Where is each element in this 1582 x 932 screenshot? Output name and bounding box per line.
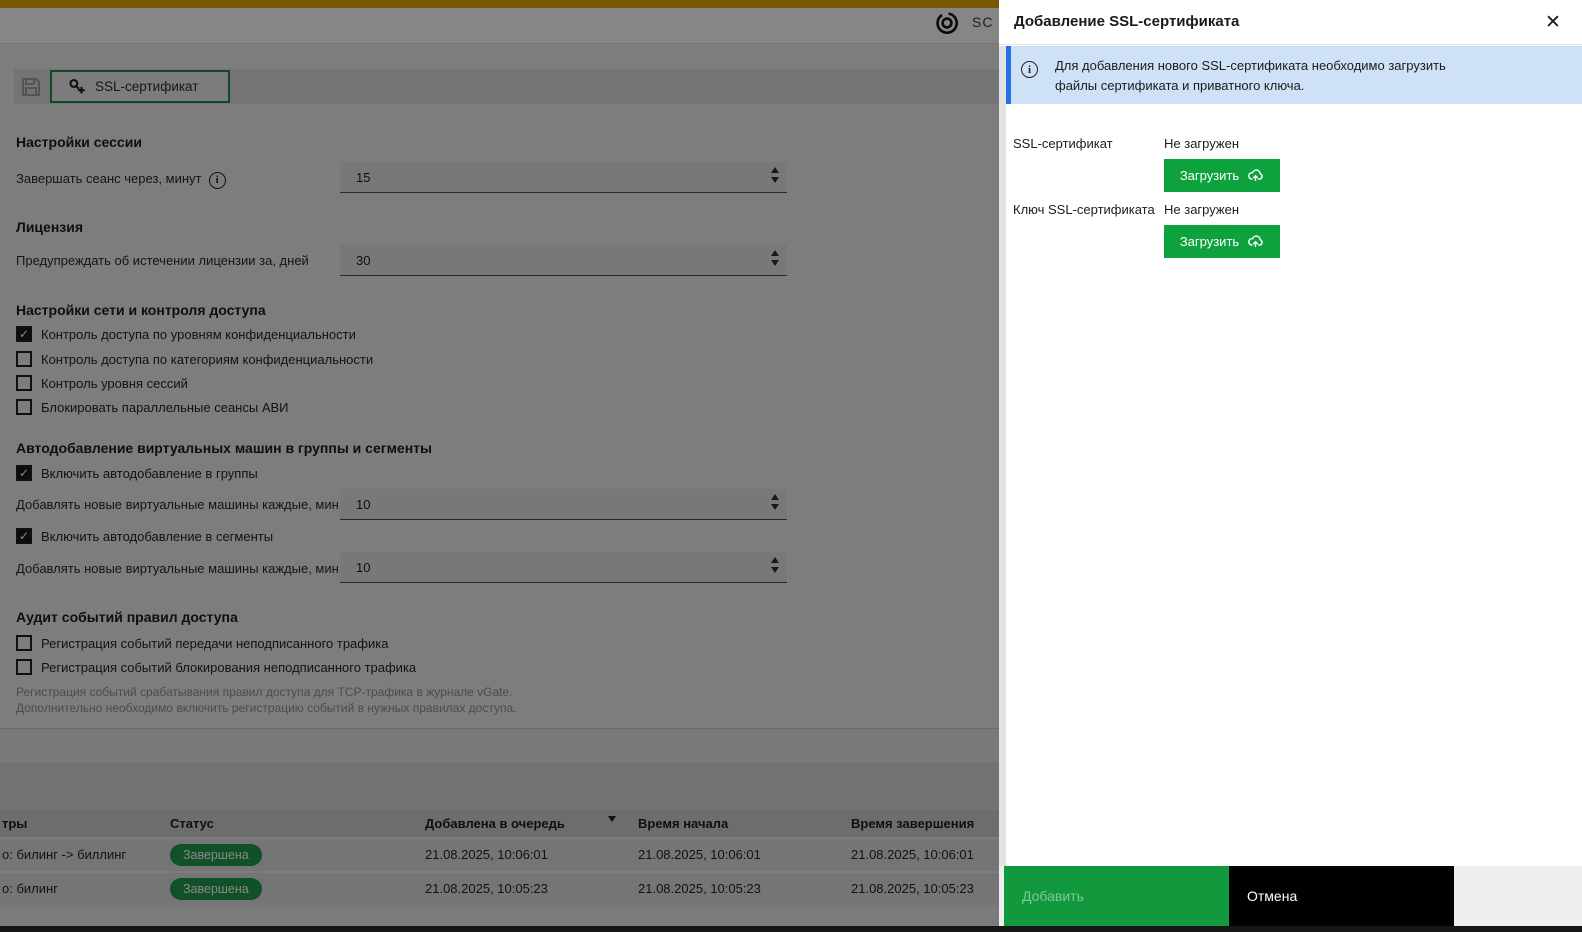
upload-button-label: Загрузить — [1179, 168, 1240, 183]
add-button[interactable]: Добавить — [1004, 866, 1229, 926]
bottom-edge-bar — [0, 926, 1582, 932]
cancel-button[interactable]: Отмена — [1229, 866, 1454, 926]
panel-title: Добавление SSL-сертификата — [1014, 13, 1240, 30]
info-banner-text: Для добавления нового SSL-сертификата не… — [1055, 58, 1446, 93]
ssl-cert-status: Не загружен — [1164, 136, 1239, 151]
ssl-cert-label: SSL-сертификат — [1013, 136, 1113, 151]
info-icon: i — [1021, 61, 1038, 78]
info-banner: i Для добавления нового SSL-сертификата … — [1006, 46, 1582, 104]
upload-key-button[interactable]: Загрузить — [1164, 225, 1280, 258]
upload-button-label: Загрузить — [1179, 234, 1240, 249]
panel-footer: Добавить Отмена — [999, 866, 1582, 926]
add-ssl-certificate-panel: Добавление SSL-сертификата ✕ i Для добав… — [999, 0, 1582, 932]
cloud-upload-icon — [1248, 169, 1263, 182]
panel-header: Добавление SSL-сертификата ✕ — [999, 0, 1582, 45]
cloud-upload-icon — [1248, 235, 1263, 248]
upload-certificate-button[interactable]: Загрузить — [1164, 159, 1280, 192]
modal-dim-overlay — [0, 0, 999, 932]
close-icon[interactable]: ✕ — [1540, 9, 1566, 35]
ssl-key-label: Ключ SSL-сертификата — [1013, 202, 1155, 217]
panel-scrollbar[interactable] — [999, 46, 1006, 926]
app-screen: SC C SSL-сертификат — [0, 0, 1582, 932]
ssl-key-status: Не загружен — [1164, 202, 1239, 217]
